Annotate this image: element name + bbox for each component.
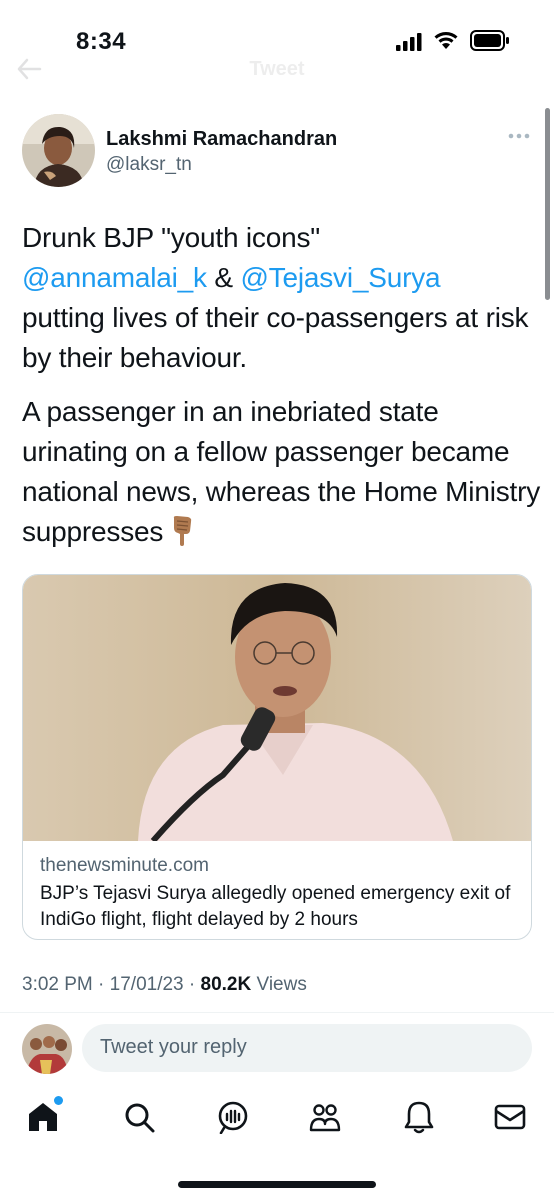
tweet-ampersand: & bbox=[206, 262, 241, 293]
author-name[interactable]: Lakshmi Ramachandran bbox=[106, 128, 337, 151]
home-notification-dot bbox=[54, 1096, 63, 1105]
nav-title: Tweet bbox=[249, 58, 305, 80]
article-image bbox=[23, 575, 531, 841]
messages-icon[interactable] bbox=[493, 1100, 527, 1134]
mention-annamalai[interactable]: @annamalai_k bbox=[22, 262, 207, 293]
mention-tejasvi-surya[interactable]: @Tejasvi_Surya bbox=[240, 262, 440, 293]
author-handle[interactable]: @laksr_tn bbox=[106, 154, 192, 176]
tweet-line: putting lives of their co-passengers at … bbox=[22, 302, 529, 373]
tweet-date: 17/01/23 bbox=[109, 974, 184, 995]
tweet-line: Drunk BJP "youth icons" bbox=[22, 222, 321, 253]
spaces-icon[interactable] bbox=[216, 1100, 250, 1134]
cellular-signal-icon bbox=[396, 33, 422, 51]
views-label[interactable]: Views bbox=[251, 974, 306, 995]
reply-placeholder: Tweet your reply bbox=[100, 1036, 247, 1058]
notifications-icon[interactable] bbox=[402, 1100, 436, 1134]
meta-separator: · bbox=[183, 974, 201, 995]
card-title: BJP’s Tejasvi Surya allegedly opened eme… bbox=[40, 883, 511, 930]
status-time: 8:34 bbox=[76, 28, 127, 55]
divider bbox=[0, 1012, 554, 1013]
tweet-line: A passenger in an inebriated state urina… bbox=[22, 396, 541, 547]
home-indicator bbox=[178, 1181, 376, 1188]
search-icon[interactable] bbox=[122, 1100, 156, 1134]
tweet-paragraph-1: Drunk BJP "youth icons" @annamalai_k & @T… bbox=[22, 218, 542, 378]
tweet-text: Drunk BJP "youth icons" @annamalai_k & @T… bbox=[22, 218, 542, 566]
tweet-time: 3:02 PM bbox=[22, 974, 93, 995]
tweet-paragraph-2: A passenger in an inebriated state urina… bbox=[22, 392, 542, 552]
views-count[interactable]: 80.2K bbox=[201, 974, 252, 995]
tweet-meta: 3:02 PM · 17/01/23 · 80.2K Views bbox=[22, 974, 307, 996]
more-options-icon[interactable] bbox=[507, 130, 531, 142]
wifi-icon bbox=[434, 32, 458, 49]
scroll-indicator[interactable] bbox=[545, 108, 550, 300]
home-icon[interactable] bbox=[26, 1100, 60, 1134]
meta-separator: · bbox=[92, 974, 110, 995]
link-card[interactable]: thenewsminute.com BJP’s Tejasvi Surya al… bbox=[22, 574, 532, 940]
battery-icon bbox=[470, 30, 509, 51]
backhand-index-pointing-down-icon bbox=[173, 516, 192, 546]
reply-input[interactable]: Tweet your reply bbox=[82, 1024, 532, 1072]
communities-icon[interactable] bbox=[308, 1100, 342, 1134]
card-domain: thenewsminute.com bbox=[40, 855, 209, 876]
author-avatar[interactable] bbox=[22, 114, 95, 187]
nav-bar: Tweet bbox=[0, 56, 554, 86]
user-avatar[interactable] bbox=[22, 1024, 72, 1074]
